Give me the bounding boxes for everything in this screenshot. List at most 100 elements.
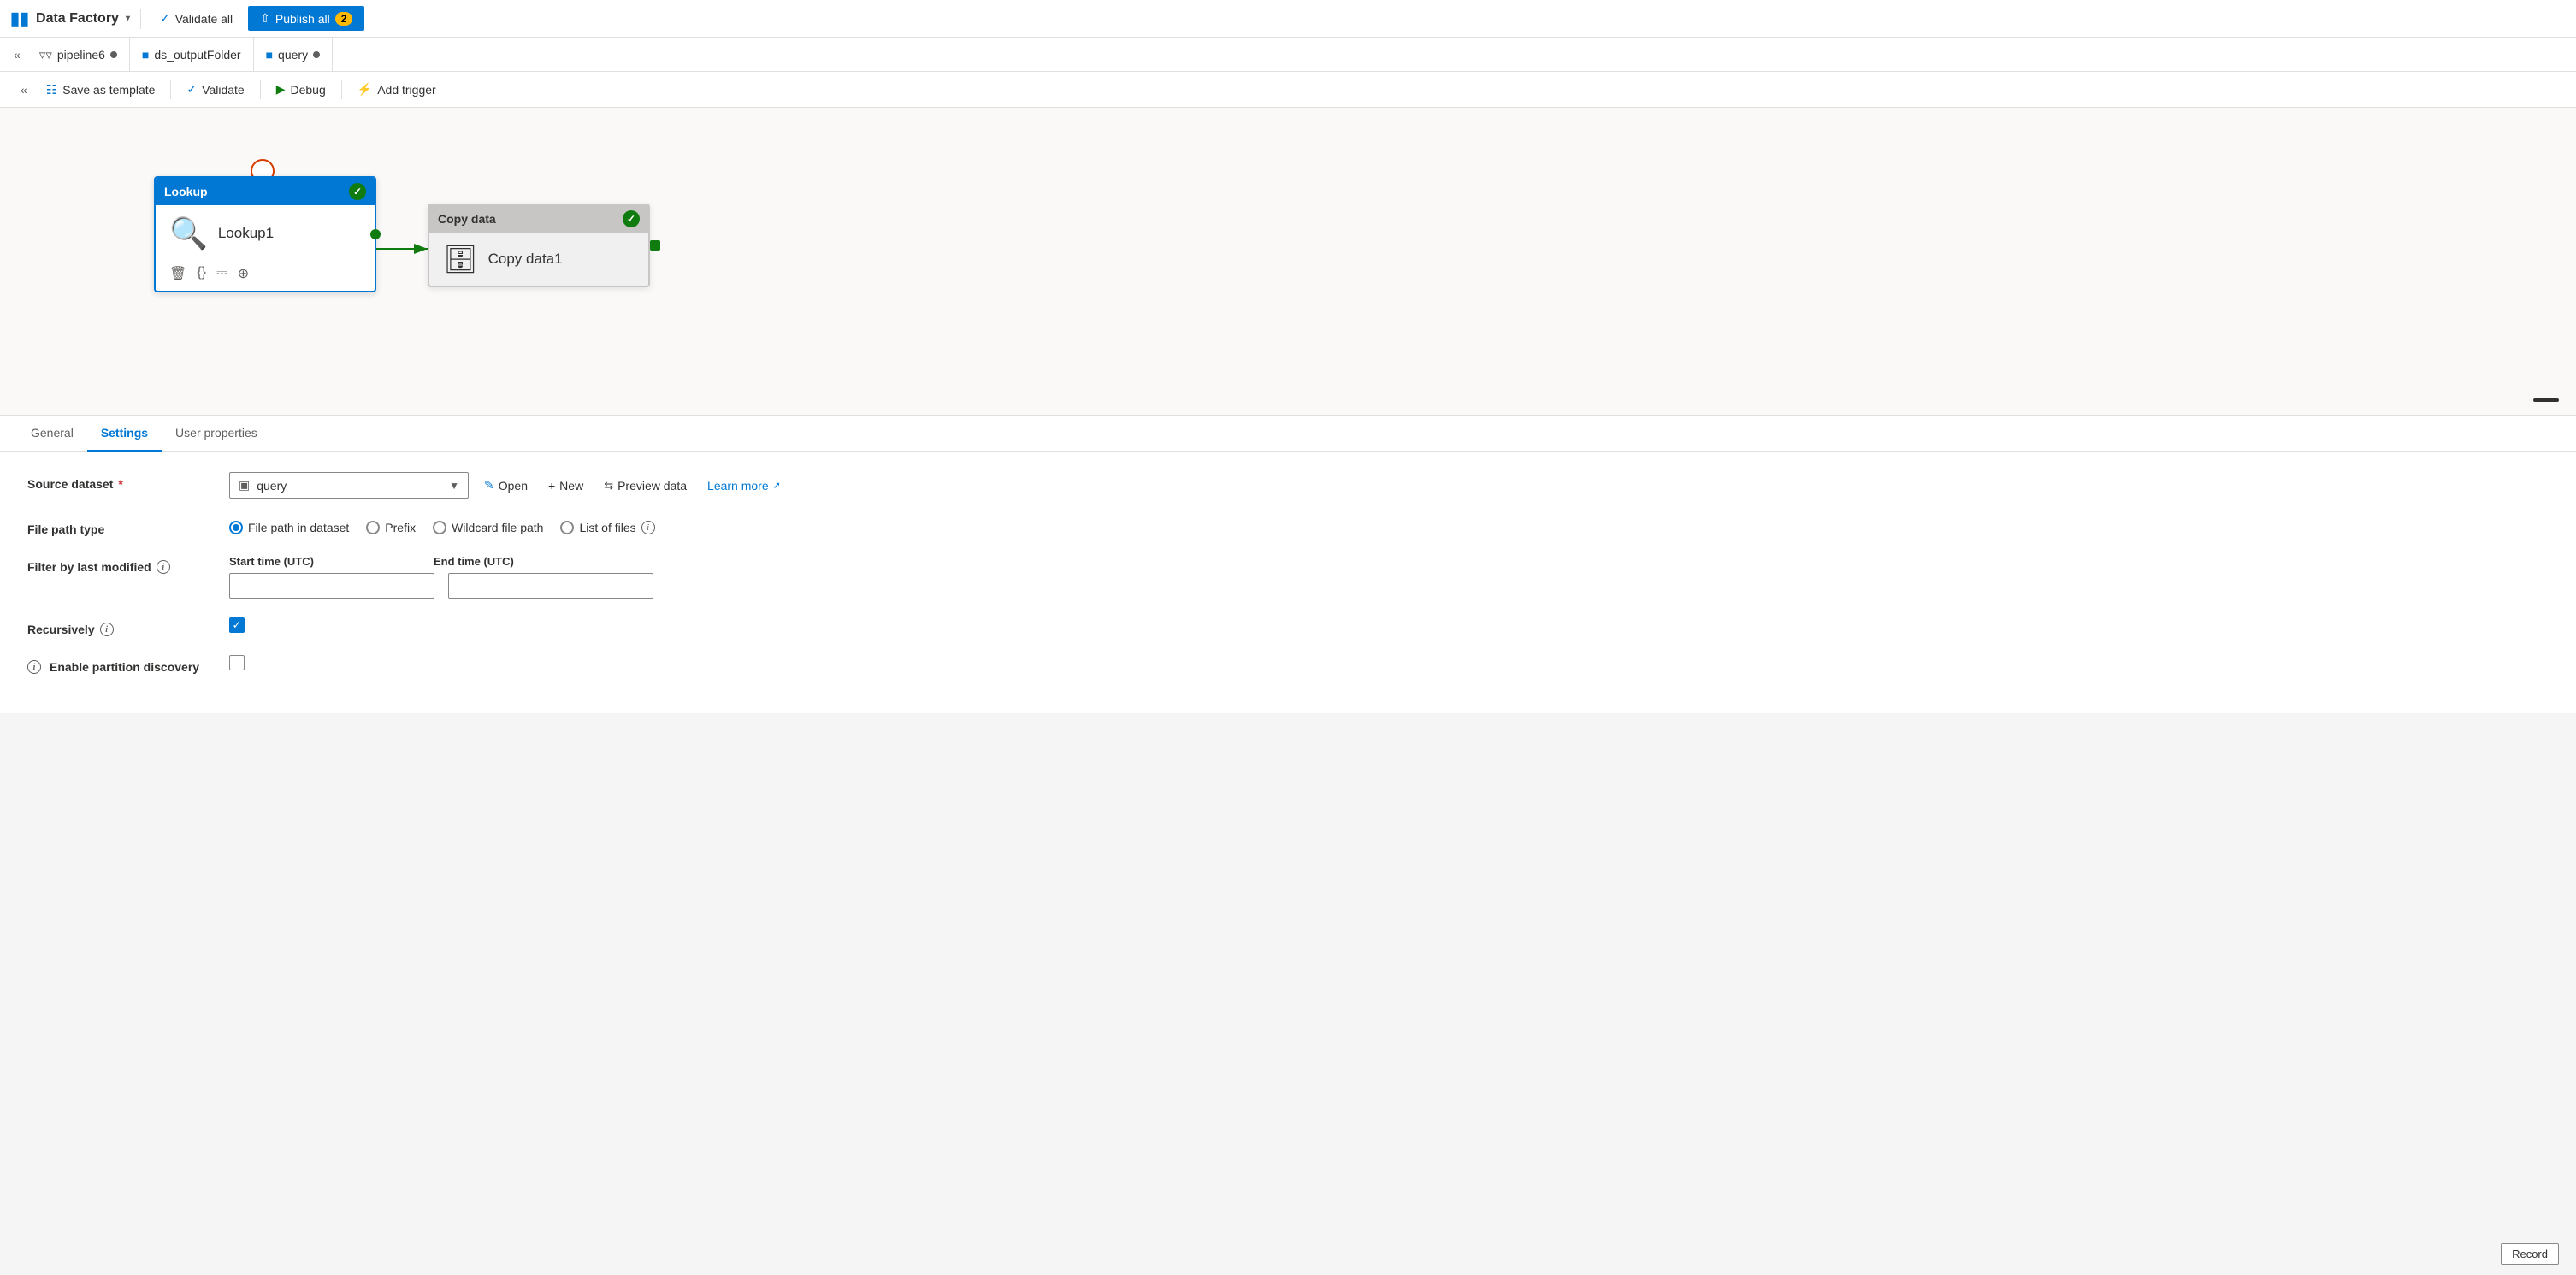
tab-query-dot [313,51,320,58]
add-trigger-label: Add trigger [377,83,435,97]
dropdown-chevron-icon: ▼ [449,480,459,492]
lookup-icon: 🔍 [169,215,208,251]
time-inputs-group: Start time (UTC) End time (UTC) [229,555,653,599]
code-icon[interactable]: {} [197,265,206,282]
radio-list-files-input[interactable] [560,521,574,534]
source-dataset-controls: ▣ query ▼ ✎ Open + New ⇆ Preview data [229,472,2549,499]
new-label: New [559,479,583,493]
recursively-label: Recursively i [27,617,216,636]
lookup-node-header: Lookup ✓ [156,178,375,205]
validate-all-button[interactable]: ✓ Validate all [151,8,241,29]
source-dataset-value: query [257,479,287,493]
copy-data-node[interactable]: Copy data ✓ 🗄 Copy data1 [428,204,650,287]
radio-filepath-dataset-input[interactable] [229,521,243,534]
learn-more-label: Learn more [707,479,769,493]
debug-icon: ▶ [276,82,286,97]
tab-bar-chevron[interactable]: « [7,48,27,62]
recursively-controls: ✓ [229,617,2549,633]
required-star: * [118,477,122,491]
filter-last-modified-row: Filter by last modified i Start time (UT… [27,555,2549,599]
add-trigger-button[interactable]: ⚡ Add trigger [349,79,445,100]
validate-label: Validate [202,83,245,97]
learn-more-button[interactable]: Learn more ➚ [702,475,786,496]
open-button[interactable]: ✎ Open [479,475,533,496]
brand-chevron[interactable]: ▾ [126,14,130,23]
record-label: Record [2512,1248,2548,1260]
minimize-button[interactable] [2533,398,2559,402]
tab-pipeline6[interactable]: ▿▿ pipeline6 [27,38,130,72]
external-link-icon: ➚ [773,480,781,491]
record-button[interactable]: Record [2501,1243,2559,1265]
copy-icon[interactable]: ⎓ [216,265,227,282]
tab-user-properties[interactable]: User properties [162,416,271,452]
tab-general[interactable]: General [17,416,87,452]
tab-query-label: query [278,48,308,62]
recursively-checkbox-wrapper: ✓ [229,617,245,633]
lookup-node[interactable]: Lookup ✓ 🔍 Lookup1 🗑 {} ⎓ ⊕ [154,176,376,292]
toolbar-divider-1 [170,80,171,99]
toolbar-chevron[interactable]: « [14,83,34,97]
recursively-row: Recursively i ✓ [27,617,2549,636]
partition-checkbox-wrapper [229,655,245,670]
toolbar-divider-3 [341,80,342,99]
debug-button[interactable]: ▶ Debug [268,79,334,100]
list-files-info-icon[interactable]: i [641,521,655,534]
filter-info-icon[interactable]: i [157,560,170,574]
lookup-check-icon: ✓ [349,183,366,200]
radio-group-file-path: File path in dataset Prefix Wildcard fil… [229,517,655,534]
start-time-input[interactable] [229,573,434,599]
validate-icon: ✓ [160,11,170,26]
radio-list-files[interactable]: List of files i [560,521,654,534]
table-icon-1: ■ [142,48,149,62]
brand: ▮▮ Data Factory ▾ [10,8,130,29]
end-time-label: End time (UTC) [434,555,514,568]
delete-icon[interactable]: 🗑 [169,265,186,282]
open-label: Open [499,479,528,493]
tab-ds-outputfolder[interactable]: ■ ds_outputFolder [130,38,254,72]
copy-check-icon: ✓ [623,210,640,227]
file-path-type-label: File path type [27,517,216,536]
copy-data-icon: 🗄 [443,243,478,275]
save-as-template-label: Save as template [62,83,155,97]
partition-checkbox[interactable] [229,655,245,670]
add-output-icon[interactable]: ⊕ [238,265,249,282]
radio-filepath-dataset-label: File path in dataset [248,521,349,534]
trigger-icon: ⚡ [357,82,372,97]
panel-tabs: General Settings User properties [0,416,2576,452]
new-button[interactable]: + New [543,475,588,496]
time-inputs-row [229,573,653,599]
toolbar-divider-2 [260,80,261,99]
lookup-node-actions: 🗑 {} ⎓ ⊕ [156,262,375,291]
plus-icon: + [548,479,555,493]
file-path-type-row: File path type File path in dataset Pref… [27,517,2549,536]
source-dataset-dropdown[interactable]: ▣ query ▼ [229,472,469,499]
lookup-label: Lookup1 [218,225,274,242]
preview-label: Preview data [617,479,687,493]
radio-wildcard-input[interactable] [433,521,446,534]
tab-settings-label: Settings [101,426,148,440]
save-as-template-button[interactable]: ☷ Save as template [38,79,164,101]
end-time-input[interactable] [448,573,653,599]
radio-prefix[interactable]: Prefix [366,521,416,534]
tab-pipeline6-label: pipeline6 [57,48,105,62]
lookup-node-body: 🔍 Lookup1 [156,205,375,262]
copy-node-body: 🗄 Copy data1 [429,233,648,286]
tab-query[interactable]: ■ query [254,38,334,72]
preview-data-button[interactable]: ⇆ Preview data [599,475,692,496]
radio-wildcard[interactable]: Wildcard file path [433,521,543,534]
toolbar: « ☷ Save as template ✓ Validate ▶ Debug … [0,72,2576,108]
validate-all-label: Validate all [175,12,233,26]
recursively-info-icon[interactable]: i [100,623,114,636]
tab-pipeline6-dot [110,51,117,58]
radio-prefix-input[interactable] [366,521,380,534]
radio-filepath-dataset[interactable]: File path in dataset [229,521,349,534]
divider-1 [140,9,141,29]
tab-settings[interactable]: Settings [87,416,162,452]
partition-info-icon[interactable]: i [27,660,41,674]
canvas: Lookup ✓ 🔍 Lookup1 🗑 {} ⎓ ⊕ Copy data ✓ [0,108,2576,416]
recursively-checkbox[interactable]: ✓ [229,617,245,633]
publish-all-button[interactable]: ⇧ Publish all 2 [248,6,364,31]
settings-panel: General Settings User properties Source … [0,416,2576,713]
validate-button[interactable]: ✓ Validate [178,79,252,100]
dataset-dropdown-icon: ▣ [239,478,250,493]
